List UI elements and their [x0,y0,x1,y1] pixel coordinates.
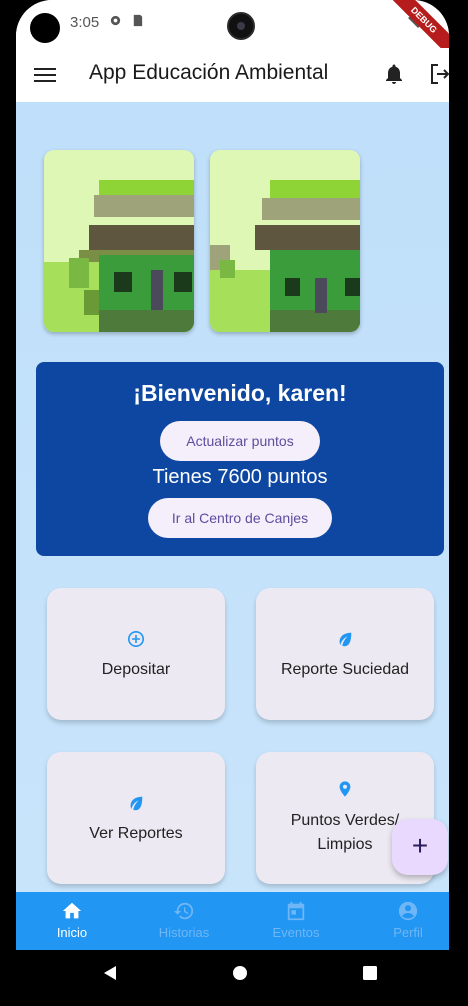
bell-icon[interactable] [382,62,406,86]
add-fab-button[interactable]: + [392,819,448,875]
status-bar: 3:05 DEBUG [16,0,449,65]
account-icon [398,901,418,921]
nav-item-historias[interactable]: Historias [130,892,238,950]
home-body: ¡Bienvenido, karen! Actualizar puntos Ti… [16,102,449,892]
tile-label-reporte-suciedad: Reporte Suciedad [280,661,410,678]
nav-item-inicio[interactable]: Inicio [18,892,126,950]
settings-icon [110,15,121,26]
tile-label-depositar: Depositar [101,661,171,678]
phone-frame: 3:05 DEBUG App Educación Ambiental ¡Bien… [0,0,468,1006]
nav-item-eventos[interactable]: Eventos [242,892,350,950]
points-text: Tienes 7600 puntos [152,466,328,488]
nav-label-eventos: Eventos [272,925,320,940]
nav-label-historias: Historias [158,925,210,940]
sd-card-icon [133,14,143,27]
location-pin-icon [339,781,351,797]
exchange-center-button[interactable]: Ir al Centro de Canjes [148,498,332,538]
logout-icon[interactable] [428,62,449,86]
back-icon[interactable] [102,965,118,981]
center-camera [227,12,255,40]
pixel-art-card-1[interactable] [44,150,194,332]
plus-icon: + [411,830,429,861]
nav-item-perfil[interactable]: Perfil [354,892,449,950]
status-time: 3:05 [70,14,100,31]
update-points-button[interactable]: Actualizar puntos [160,421,320,461]
nav-label-inicio: Inicio [56,925,88,940]
home-system-icon[interactable] [232,965,248,981]
history-icon [173,902,194,920]
calendar-icon [287,901,305,921]
add-circle-icon [127,630,145,648]
welcome-title: ¡Bienvenido, karen! [133,380,347,406]
bottom-navigation: Inicio Historias Eventos Perfil [16,892,449,950]
tile-depositar[interactable]: Depositar [47,588,225,720]
tile-label-ver-reportes: Ver Reportes [89,825,183,842]
leaf-icon [130,796,143,811]
home-icon [62,902,82,919]
tile-ver-reportes[interactable]: Ver Reportes [47,752,225,884]
front-camera [30,13,60,43]
tile-reporte-suciedad[interactable]: Reporte Suciedad [256,588,434,720]
app-screen: 3:05 DEBUG App Educación Ambiental ¡Bien… [16,0,449,1006]
app-bar: App Educación Ambiental [16,48,449,102]
welcome-card: ¡Bienvenido, karen! Actualizar puntos Ti… [36,362,444,556]
app-title: App Educación Ambiental [89,61,329,84]
recents-icon[interactable] [362,965,378,981]
nav-label-perfil: Perfil [393,925,423,940]
menu-icon[interactable] [34,65,56,85]
leaf-icon [339,632,352,647]
system-navigation-bar [16,950,449,1006]
pixel-art-card-2[interactable] [210,150,360,332]
